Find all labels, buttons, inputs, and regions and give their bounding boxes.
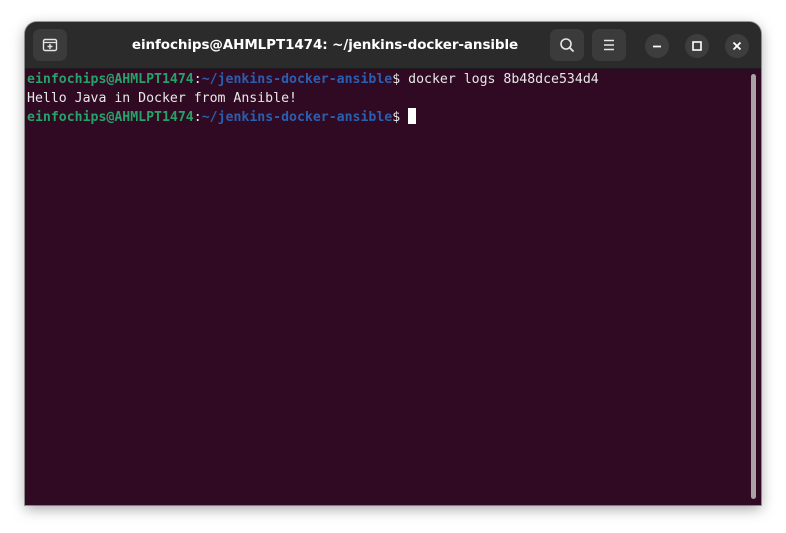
scrollbar[interactable]	[751, 74, 756, 499]
minimize-button[interactable]	[645, 34, 669, 58]
prompt-colon: :	[193, 110, 202, 125]
hamburger-menu-icon	[604, 39, 614, 51]
terminal-output[interactable]: einfochips@AHMLPT1474:~/jenkins-docker-a…	[27, 71, 743, 501]
window-title: einfochips@AHMLPT1474: ~/jenkins-docker-…	[131, 37, 519, 53]
prompt-symbol: $	[392, 110, 401, 125]
close-icon	[732, 41, 742, 51]
prompt-user-host: einfochips@AHMLPT1474	[27, 72, 194, 87]
maximize-button[interactable]	[685, 34, 709, 58]
text-cursor	[408, 108, 417, 124]
menu-button[interactable]	[592, 29, 626, 61]
new-tab-button[interactable]	[33, 29, 67, 61]
terminal-line-output: Hello Java in Docker from Ansible!	[27, 90, 743, 109]
prompt-path: ~/jenkins-docker-ansible	[201, 72, 393, 87]
command-text: docker logs 8b48dce534d4	[400, 72, 599, 87]
titlebar: einfochips@AHMLPT1474: ~/jenkins-docker-…	[25, 22, 761, 69]
prompt-user-host: einfochips@AHMLPT1474	[27, 110, 194, 125]
search-button[interactable]	[550, 29, 584, 61]
minimize-icon	[653, 45, 661, 48]
close-button[interactable]	[725, 34, 749, 58]
maximize-icon	[692, 41, 702, 51]
terminal-line-prompt: einfochips@AHMLPT1474:~/jenkins-docker-a…	[27, 108, 743, 127]
prompt-symbol: $	[392, 72, 401, 87]
terminal-line-command: einfochips@AHMLPT1474:~/jenkins-docker-a…	[27, 71, 743, 90]
prompt-path: ~/jenkins-docker-ansible	[201, 110, 393, 125]
prompt-colon: :	[193, 72, 202, 87]
output-text: Hello Java in Docker from Ansible!	[27, 90, 297, 106]
new-tab-icon	[42, 38, 58, 52]
search-icon	[560, 38, 574, 52]
terminal-window: einfochips@AHMLPT1474: ~/jenkins-docker-…	[25, 22, 761, 505]
command-input[interactable]	[400, 110, 408, 125]
